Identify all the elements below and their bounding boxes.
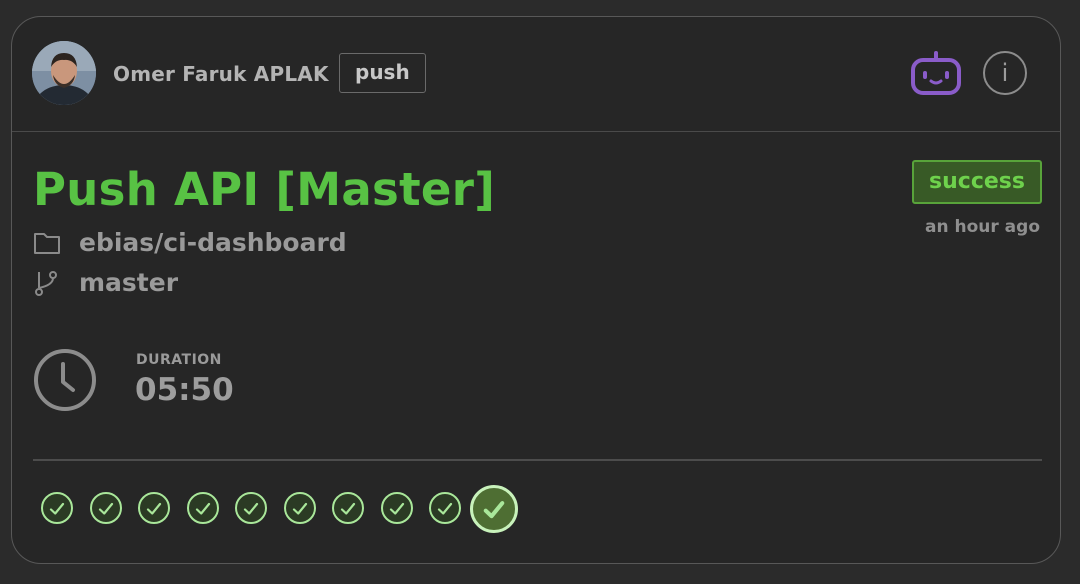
check-icon: [195, 502, 210, 515]
history-run[interactable]: [283, 492, 316, 524]
author-name: Omer Faruk APLAK: [113, 62, 329, 86]
build-card: Omer Faruk APLAK push i Push API [Master…: [11, 16, 1061, 564]
duration-value: 05:50: [135, 372, 234, 408]
info-button[interactable]: i: [983, 51, 1027, 95]
folder-icon: [33, 229, 61, 257]
build-title[interactable]: Push API [Master]: [33, 163, 495, 216]
check-icon: [340, 502, 356, 515]
history-run[interactable]: [41, 492, 73, 524]
check-icon: [49, 502, 65, 515]
event-tag: push: [339, 53, 426, 93]
history-run[interactable]: [235, 492, 267, 524]
status-badge: success: [912, 160, 1042, 204]
time-ago: an hour ago: [925, 217, 1040, 237]
history-run[interactable]: [138, 492, 170, 524]
check-icon: [146, 502, 162, 515]
history-run[interactable]: [429, 492, 461, 524]
git-branch-icon: [33, 269, 61, 297]
author-avatar[interactable]: [32, 41, 96, 105]
clock-icon: [32, 347, 98, 413]
check-icon: [98, 502, 113, 515]
check-icon: [483, 501, 504, 519]
check-icon: [437, 502, 453, 515]
branch-name: master: [79, 268, 179, 297]
duration-label: DURATION: [136, 352, 222, 368]
history-run-current[interactable]: [469, 485, 518, 533]
history-run[interactable]: [380, 492, 413, 524]
history-run[interactable]: [186, 492, 219, 524]
check-icon: [389, 502, 404, 515]
history-run[interactable]: [89, 492, 122, 524]
check-icon: [243, 502, 259, 515]
card-header: Omer Faruk APLAK push i: [12, 17, 1060, 132]
history-run[interactable]: [332, 492, 364, 524]
divider: [33, 459, 1042, 461]
bot-face-icon[interactable]: [910, 51, 962, 97]
check-icon: [292, 502, 307, 515]
repository-name: ebias/ci-dashboard: [79, 228, 347, 257]
